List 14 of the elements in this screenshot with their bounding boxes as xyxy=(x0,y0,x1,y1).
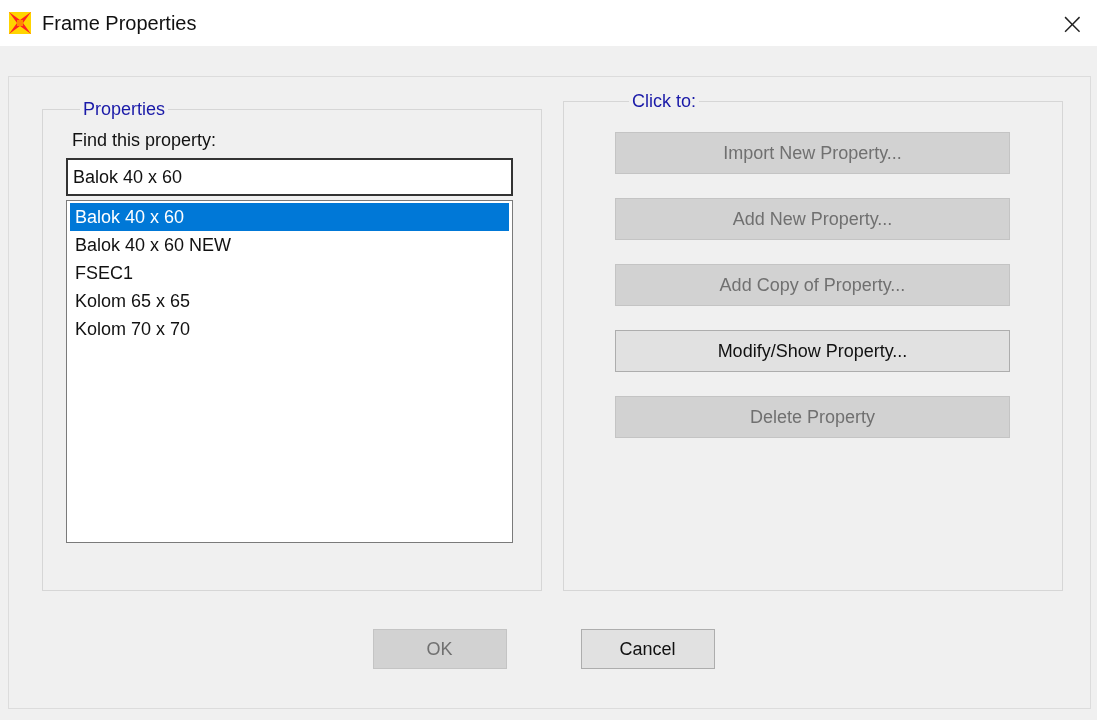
action-button[interactable]: Modify/Show Property... xyxy=(615,330,1010,372)
close-button[interactable]: × xyxy=(1055,5,1089,41)
group-label: Click to: xyxy=(631,91,697,112)
group-label: Properties xyxy=(82,99,167,120)
list-item[interactable]: Kolom 65 x 65 xyxy=(70,287,509,315)
list-item[interactable]: Balok 40 x 60 NEW xyxy=(70,231,509,259)
window-title: Frame Properties xyxy=(42,11,198,35)
list-item[interactable]: Kolom 70 x 70 xyxy=(70,315,509,343)
find-label: Find this property: xyxy=(72,130,217,151)
dialog-button[interactable]: Cancel xyxy=(580,629,715,669)
search-field[interactable]: Balok 40 x 60 xyxy=(66,158,513,196)
list-item[interactable]: FSEC1 xyxy=(70,259,509,287)
list-item[interactable]: Balok 40 x 60 xyxy=(70,203,509,231)
app-icon xyxy=(8,11,32,35)
